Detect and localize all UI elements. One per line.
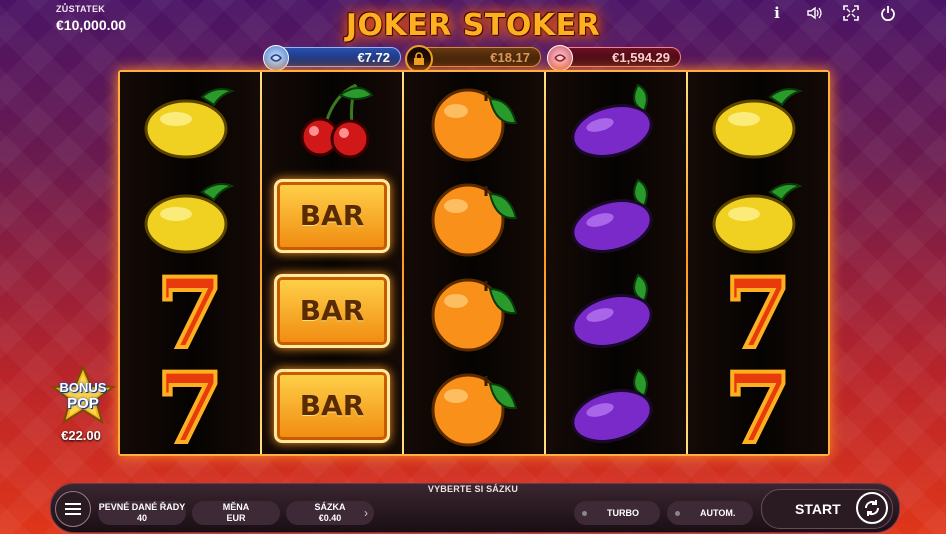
seven-icon: 7 xyxy=(155,269,226,353)
menu-button[interactable] xyxy=(55,491,91,527)
autoplay-indicator xyxy=(675,510,680,516)
fullscreen-icon[interactable] xyxy=(841,4,861,22)
lemon-icon xyxy=(712,182,803,253)
lemon-symbol xyxy=(120,73,260,168)
lines-label: PEVNÉ DANÉ ŘADY xyxy=(98,502,186,512)
seven-symbol: 7 xyxy=(688,263,828,358)
plum-icon xyxy=(571,368,653,443)
seven-symbol: 7 xyxy=(688,358,828,453)
chevron-right-icon[interactable]: › xyxy=(364,506,368,520)
bar-symbol-label: BAR xyxy=(274,273,390,348)
balance-panel: ZŮSTATEK €10,000.00 xyxy=(56,4,126,33)
bet-label: SÁZKA xyxy=(314,502,346,512)
jackpot-red-value: €1,594.29 xyxy=(555,47,681,67)
plum-symbol xyxy=(546,73,686,168)
balance-label: ZŮSTATEK xyxy=(56,4,106,14)
bonus-label: BONUS xyxy=(59,380,107,395)
bar-symbol: BAR xyxy=(262,168,402,263)
reel-area[interactable]: 7 7 BAR BAR BAR 7 7 xyxy=(118,70,830,456)
lines-selector[interactable]: PEVNÉ DANÉ ŘADY 40 xyxy=(98,501,186,525)
orange-icon xyxy=(431,373,518,446)
seven-symbol: 7 xyxy=(120,263,260,358)
spin-icon xyxy=(856,492,888,524)
menu-icon xyxy=(65,503,81,515)
start-button[interactable]: START xyxy=(761,489,893,529)
top-toolbar: i xyxy=(767,4,898,22)
plum-symbol xyxy=(546,263,686,358)
lemon-symbol xyxy=(120,168,260,263)
bonus-pop-label: POP xyxy=(67,395,99,412)
orange-symbol xyxy=(404,168,544,263)
svg-text:7: 7 xyxy=(157,269,224,353)
jackpot-blue-icon xyxy=(263,45,289,71)
game-logo: JOKER STOKER xyxy=(345,7,601,43)
plum-icon xyxy=(571,273,653,348)
bonus-amount: €22.00 xyxy=(61,428,101,443)
svg-text:7: 7 xyxy=(725,269,792,353)
start-label: START xyxy=(795,501,841,517)
cherry-icon xyxy=(300,83,374,158)
currency-value: EUR xyxy=(226,513,246,523)
jackpot-gold-value: €18.17 xyxy=(415,47,541,67)
sound-icon[interactable] xyxy=(804,4,824,22)
lemon-symbol xyxy=(688,168,828,263)
seven-icon: 7 xyxy=(723,364,794,448)
lemon-icon xyxy=(712,87,803,158)
seven-icon: 7 xyxy=(723,269,794,353)
orange-symbol xyxy=(404,358,544,453)
plum-symbol xyxy=(546,168,686,263)
jackpot-red-icon xyxy=(547,45,573,71)
lemon-icon xyxy=(144,87,235,158)
plum-symbol xyxy=(546,358,686,453)
bet-selector[interactable]: SÁZKA €0.40 xyxy=(286,501,374,525)
bar-symbol: BAR xyxy=(262,263,402,358)
turbo-indicator xyxy=(582,510,587,516)
orange-symbol xyxy=(404,263,544,358)
bar-symbol-label: BAR xyxy=(274,368,390,443)
lemon-symbol xyxy=(688,73,828,168)
bar-symbol: BAR xyxy=(262,358,402,453)
lines-value: 40 xyxy=(136,513,147,523)
jackpot-blue-value: €7.72 xyxy=(271,47,401,67)
turbo-label: TURBO xyxy=(607,508,639,518)
power-icon[interactable] xyxy=(878,4,898,22)
turbo-toggle[interactable]: TURBO xyxy=(574,501,660,525)
svg-text:7: 7 xyxy=(725,364,792,448)
cherry-symbol xyxy=(262,73,402,168)
orange-icon xyxy=(431,278,518,351)
svg-text:7: 7 xyxy=(157,364,224,448)
orange-symbol xyxy=(404,73,544,168)
currency-label: MĚNA xyxy=(222,502,250,512)
bonus-pop-badge: BONUS POP €22.00 xyxy=(46,366,120,446)
plum-icon xyxy=(571,83,653,158)
seven-icon: 7 xyxy=(155,364,226,448)
seven-symbol: 7 xyxy=(120,358,260,453)
lemon-icon xyxy=(144,182,235,253)
jackpot-bar: €7.72 €18.17 €1,594.29 xyxy=(263,45,683,73)
balance-value: €10,000.00 xyxy=(56,17,127,33)
plum-icon xyxy=(571,178,653,253)
autoplay-toggle[interactable]: AUTOM. xyxy=(667,501,753,525)
currency-selector[interactable]: MĚNA EUR xyxy=(192,501,280,525)
autoplay-label: AUTOM. xyxy=(700,508,736,518)
info-icon[interactable]: i xyxy=(767,4,787,22)
bar-symbol-label: BAR xyxy=(274,178,390,253)
orange-icon xyxy=(431,183,518,256)
orange-icon xyxy=(431,88,518,161)
bet-value: €0.40 xyxy=(318,513,342,523)
lock-icon xyxy=(405,45,433,73)
